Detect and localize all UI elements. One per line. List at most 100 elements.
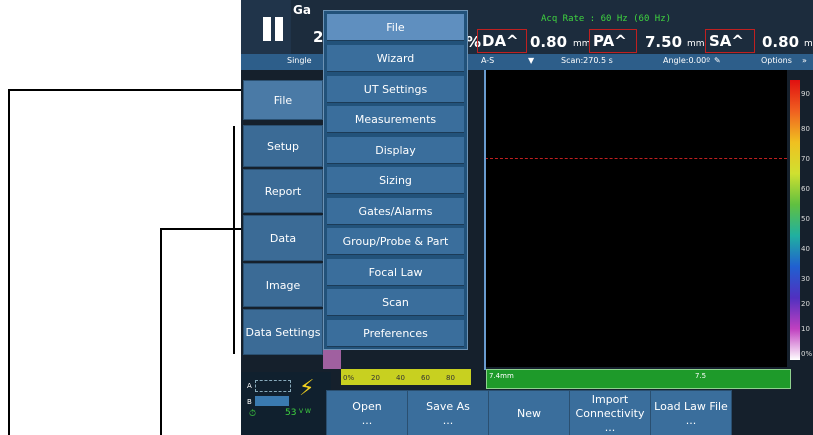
dropdown-item-focal-law[interactable]: Focal Law bbox=[327, 259, 464, 286]
side-menu-report[interactable]: Report bbox=[243, 169, 323, 213]
colorbar-tick: 0% bbox=[801, 350, 813, 358]
pause-icon bbox=[263, 17, 271, 41]
status-panel: A B ⚡ ⏱ 53 V W bbox=[241, 372, 331, 435]
options-chevron-icon: » bbox=[802, 56, 807, 65]
side-menu-image[interactable]: Image bbox=[243, 263, 323, 307]
colorbar-tick: 70 bbox=[801, 155, 810, 163]
callout-line bbox=[160, 228, 242, 230]
side-menu-data[interactable]: Data bbox=[243, 215, 323, 261]
colorbar-tick: 40 bbox=[801, 245, 810, 253]
pa-value: 7.50 bbox=[645, 33, 683, 51]
probe-b-icon bbox=[255, 396, 289, 406]
colorbar-tick: 90 bbox=[801, 90, 810, 98]
angle-status: Angle:0.00º bbox=[663, 56, 711, 65]
colorbar-tick: 20 bbox=[801, 300, 810, 308]
ruler-tick: 80 bbox=[446, 374, 455, 382]
save-as-button[interactable]: Save As... bbox=[407, 390, 489, 435]
pause-icon-bar bbox=[275, 17, 283, 41]
options-button[interactable]: Options bbox=[761, 56, 792, 65]
side-menu-label: Report bbox=[264, 184, 302, 198]
side-menu-data-settings[interactable]: Data Settings bbox=[243, 309, 323, 355]
button-label: New bbox=[517, 406, 541, 420]
lightning-icon: ⚡ bbox=[299, 376, 315, 401]
acq-rate: Acq Rate : 60 Hz (60 Hz) bbox=[541, 14, 672, 24]
da-unit: mm bbox=[573, 39, 591, 49]
colorbar-tick: 50 bbox=[801, 215, 810, 223]
gate-line bbox=[485, 158, 787, 159]
edit-icon[interactable]: ✎ bbox=[714, 56, 721, 65]
side-menu-label: Data Settings bbox=[245, 325, 321, 339]
battery-level: 53 bbox=[285, 408, 297, 418]
callout-line bbox=[8, 89, 242, 91]
clock-icon: ⏱ bbox=[249, 409, 257, 419]
dropdown-item-scan[interactable]: Scan bbox=[327, 289, 464, 316]
amplitude-strip bbox=[323, 349, 341, 369]
callout-line bbox=[8, 89, 10, 435]
side-menu-label: Setup bbox=[266, 139, 300, 153]
dropdown-item-preferences[interactable]: Preferences bbox=[327, 320, 464, 347]
button-sub: ... bbox=[442, 413, 454, 427]
gate-label: Ga bbox=[293, 3, 311, 17]
button-label: Load Law File bbox=[654, 399, 728, 413]
depth-ruler: 7.4mm 7.5 bbox=[486, 369, 791, 389]
pa-label[interactable]: PA^ bbox=[593, 32, 627, 50]
button-label: Import Connectivity bbox=[575, 392, 645, 420]
scan-view[interactable] bbox=[485, 70, 787, 367]
ruler-mark: 7.5 bbox=[695, 372, 707, 380]
open-button[interactable]: Open... bbox=[326, 390, 408, 435]
button-sub: ... bbox=[361, 413, 373, 427]
sa-value: 0.80 bbox=[762, 33, 800, 51]
ruler-tick: 0% bbox=[343, 374, 355, 382]
ruler-tick: 60 bbox=[421, 374, 430, 382]
side-menu-file[interactable]: File bbox=[243, 80, 323, 120]
mode-status[interactable]: Single bbox=[287, 56, 312, 65]
dropdown-item-group-probe-part[interactable]: Group/Probe & Part bbox=[327, 228, 464, 255]
button-label: Open bbox=[352, 399, 382, 413]
sa-unit: mm bbox=[804, 39, 813, 49]
da-value: 0.80 bbox=[530, 33, 568, 51]
callout-line bbox=[233, 126, 235, 354]
side-menu-label: Image bbox=[265, 278, 301, 292]
view-status[interactable]: A-S bbox=[481, 56, 494, 65]
da-label[interactable]: DA^ bbox=[482, 32, 519, 50]
plot-border bbox=[484, 70, 486, 370]
pause-button[interactable] bbox=[241, 0, 291, 54]
side-menu-label: File bbox=[273, 93, 293, 107]
colorbar-tick: 10 bbox=[801, 325, 810, 333]
new-button[interactable]: New bbox=[488, 390, 570, 435]
vw-indicator: V W bbox=[299, 408, 311, 415]
probe-a-icon bbox=[255, 380, 291, 392]
dropdown-item-display[interactable]: Display bbox=[327, 137, 464, 164]
color-palette-bar bbox=[790, 80, 800, 360]
ruler-label: 7.4mm bbox=[489, 372, 514, 380]
dropdown-item-ut-settings[interactable]: UT Settings bbox=[327, 76, 464, 103]
colorbar-tick: 30 bbox=[801, 275, 810, 283]
colorbar-tick: 60 bbox=[801, 185, 810, 193]
ruler-tick: 20 bbox=[371, 374, 380, 382]
dropdown-item-file[interactable]: File bbox=[327, 14, 464, 41]
device-screen: Ga 2 Acq Rate : 60 Hz (60 Hz) % DA^ 0.80… bbox=[241, 0, 813, 435]
load-law-file-button[interactable]: Load Law File... bbox=[650, 390, 732, 435]
pa-unit: mm bbox=[687, 39, 705, 49]
dropdown-item-gates-alarms[interactable]: Gates/Alarms bbox=[327, 198, 464, 225]
amplitude-ruler: 0% 20 40 60 80 bbox=[341, 369, 471, 385]
file-dropdown-menu: File Wizard UT Settings Measurements Dis… bbox=[323, 10, 468, 350]
colorbar-tick: 80 bbox=[801, 125, 810, 133]
dropdown-item-sizing[interactable]: Sizing bbox=[327, 167, 464, 194]
sa-label[interactable]: SA^ bbox=[709, 32, 744, 50]
ruler-tick: 40 bbox=[396, 374, 405, 382]
button-label: Save As bbox=[426, 399, 470, 413]
dropdown-item-measurements[interactable]: Measurements bbox=[327, 106, 464, 133]
button-sub: ... bbox=[604, 420, 616, 434]
side-menu-setup[interactable]: Setup bbox=[243, 125, 323, 167]
gate-value: 2 bbox=[313, 28, 324, 46]
import-connectivity-button[interactable]: Import Connectivity... bbox=[569, 390, 651, 435]
dropdown-item-wizard[interactable]: Wizard bbox=[327, 45, 464, 72]
probe-b-label: B bbox=[247, 398, 252, 406]
probe-a-label: A bbox=[247, 382, 252, 390]
download-icon[interactable]: ▼ bbox=[528, 56, 534, 65]
callout-line bbox=[160, 228, 162, 435]
button-sub: ... bbox=[685, 413, 697, 427]
side-menu-label: Data bbox=[269, 231, 297, 245]
scan-status: Scan:270.5 s bbox=[561, 56, 613, 65]
